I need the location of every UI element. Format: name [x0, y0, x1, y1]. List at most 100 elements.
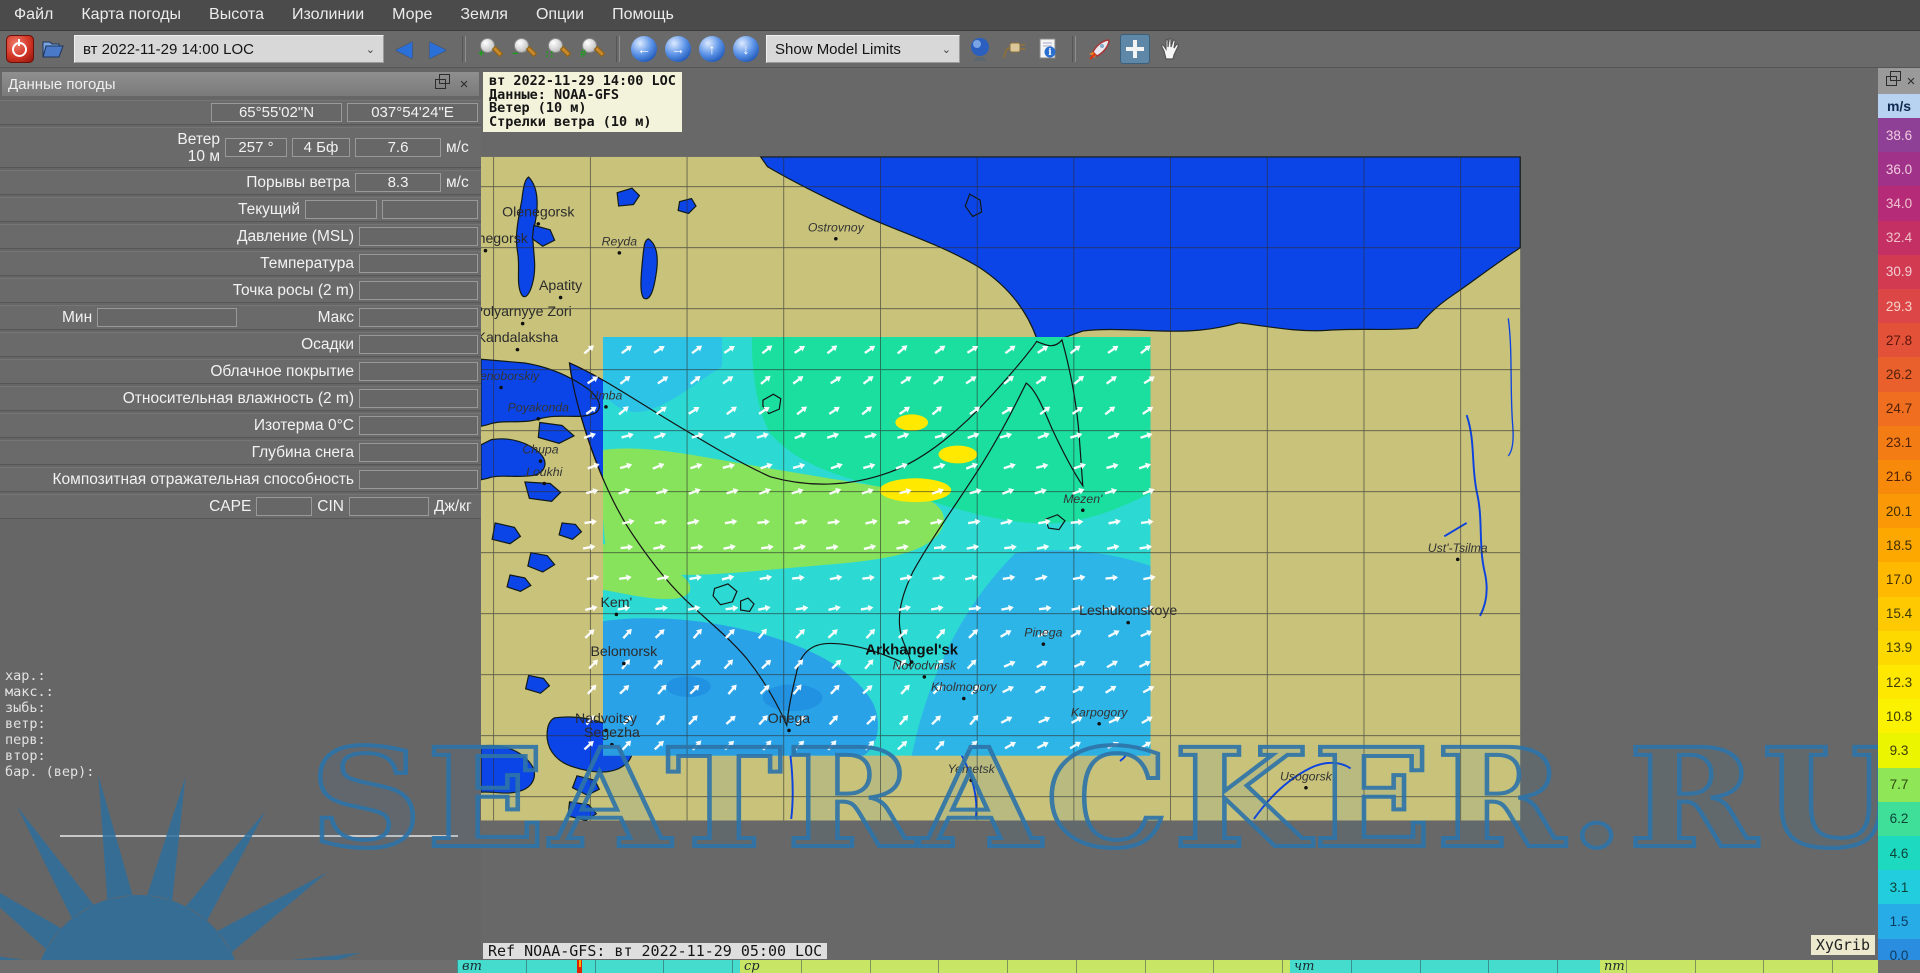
gust-box: 8.3 [355, 173, 441, 192]
globe-button[interactable] [966, 35, 994, 63]
map-canvas[interactable]: OlenegorskMonchegorskReydaOstrovnoyApati… [481, 68, 1878, 960]
min-box [97, 308, 237, 327]
city-dot [622, 662, 626, 666]
panel-title: Данные погоды [8, 76, 116, 93]
city-label: Arkhangel'sk [865, 643, 958, 659]
zoom-out-button[interactable]: − [510, 35, 538, 63]
chevron-down-icon: ⌄ [942, 43, 951, 56]
hand-icon [1159, 37, 1181, 61]
info-document-icon: i [1037, 37, 1059, 61]
zoom-fit-button[interactable]: # [578, 35, 606, 63]
field-label: CAPE [209, 498, 251, 515]
panel-row-single: Точка росы (2 m) [0, 278, 481, 303]
pan-right-button[interactable]: → [664, 35, 692, 63]
prev-time-button[interactable]: ◀ [390, 35, 418, 63]
map-info-box: вт 2022-11-29 14:00 LOCДанные: NOAA-GFSВ… [483, 72, 682, 132]
wind-direction-box: 257 ° [225, 138, 287, 157]
quit-button[interactable] [6, 35, 34, 63]
timeline-tick [1557, 960, 1558, 973]
datetime-select[interactable]: вт 2022-11-29 14:00 LOC ⌄ [74, 35, 384, 63]
city-label: Belomorsk [590, 643, 658, 659]
scale-cell: 9.3 [1878, 733, 1920, 767]
pan-hand-button[interactable] [1156, 35, 1184, 63]
zoom-region-button[interactable]: ∷ [544, 35, 572, 63]
menu-bar: ФайлКарта погодыВысотаИзолинииМореЗемляО… [0, 0, 1920, 31]
field-label: CIN [317, 498, 344, 515]
timeline-current-marker[interactable] [577, 960, 582, 973]
menu-item-земля[interactable]: Земля [446, 0, 522, 30]
select-point-button[interactable] [1120, 34, 1150, 64]
zoom-in-button[interactable]: + [476, 35, 504, 63]
time-slider[interactable]: втсрчтпт [0, 960, 1920, 973]
menu-item-опции[interactable]: Опции [522, 0, 598, 30]
scale-cell: 6.2 [1878, 802, 1920, 836]
city-label: Chupa [522, 443, 558, 457]
value-box [359, 470, 478, 489]
timeline-tick [1626, 960, 1627, 973]
value-box [305, 200, 377, 219]
scale-cell: 12.3 [1878, 665, 1920, 699]
menu-item-высота[interactable]: Высота [195, 0, 278, 30]
longitude-box: 037°54'24"E [347, 103, 478, 122]
city-dot [542, 482, 546, 486]
open-file-button[interactable] [40, 35, 68, 63]
city-dot [484, 249, 488, 253]
timeline-tick [663, 960, 664, 973]
menu-item-изолинии[interactable]: Изолинии [278, 0, 378, 30]
panel-float-button[interactable] [431, 75, 449, 93]
panel-row-minmax: МинМакс [0, 305, 481, 330]
scale-float-button[interactable] [1884, 72, 1898, 90]
timeline-tick [457, 960, 458, 973]
wave-info-line: бар. (вер): [5, 764, 94, 780]
grib-info-button[interactable]: i [1034, 35, 1062, 63]
city-label: Novodvinsk [893, 658, 957, 672]
city-dot [1126, 621, 1130, 625]
timeline-day-segment[interactable] [457, 960, 740, 973]
timeline-tick [1145, 960, 1146, 973]
panel-close-button[interactable]: × [455, 75, 473, 93]
menu-item-файл[interactable]: Файл [0, 0, 67, 30]
close-icon: × [460, 76, 469, 93]
skewt-button[interactable] [1086, 35, 1114, 63]
scale-cell: 23.1 [1878, 426, 1920, 460]
scale-cell: 30.9 [1878, 255, 1920, 289]
city-label: Pinega [1024, 626, 1062, 640]
panel-row-two-box: Текущий [0, 197, 481, 222]
timeline-tick [1420, 960, 1421, 973]
field-label: Изотерма 0°C [254, 417, 354, 434]
city-label: Apatity [539, 277, 583, 293]
pan-up-button[interactable]: ↑ [698, 35, 726, 63]
scale-cell: 18.5 [1878, 528, 1920, 562]
panel-rows: 65°55'02"N037°54'24"EВетер 10 м257 °4 Бф… [0, 100, 481, 521]
timeline-day-segment[interactable] [1290, 960, 1600, 973]
datetime-value: вт 2022-11-29 14:00 LOC [83, 41, 254, 58]
grib-download-button[interactable] [1000, 35, 1028, 63]
scale-cell: 13.9 [1878, 631, 1920, 665]
rocket-icon [1088, 37, 1112, 61]
model-limits-select[interactable]: Show Model Limits ⌄ [766, 35, 960, 63]
panel-titlebar[interactable]: Данные погоды × [2, 72, 479, 96]
arrow-up-icon: ↑ [699, 36, 725, 62]
timeline-day-segment[interactable] [1600, 960, 1878, 973]
scale-cell: 1.5 [1878, 904, 1920, 938]
field-label: Мин [62, 309, 92, 326]
panel-row-single: Облачное покрытие [0, 359, 481, 384]
menu-item-море[interactable]: Море [378, 0, 446, 30]
field-label: Композитная отражательная способность [53, 471, 354, 488]
next-time-button[interactable]: ▶ [424, 35, 452, 63]
menu-item-помощь[interactable]: Помощь [598, 0, 688, 30]
field-label: Давление (MSL) [237, 228, 354, 245]
pan-down-button[interactable]: ↓ [732, 35, 760, 63]
scale-cell: 27.8 [1878, 323, 1920, 357]
wind-speed-box: 7.6 [355, 138, 441, 157]
timeline-tick [732, 960, 733, 973]
panel-row-single: Изотерма 0°C [0, 413, 481, 438]
value-box [359, 443, 478, 462]
float-icon [435, 79, 446, 89]
city-dot [1042, 642, 1046, 646]
pan-left-button[interactable]: ← [630, 35, 658, 63]
menu-item-карта-погоды[interactable]: Карта погоды [67, 0, 195, 30]
main-toolbar: вт 2022-11-29 14:00 LOC ⌄ ◀ ▶ + − ∷ # ← … [0, 31, 1920, 68]
timeline-day-segment[interactable] [740, 960, 1290, 973]
scale-close-button[interactable]: × [1904, 72, 1918, 90]
